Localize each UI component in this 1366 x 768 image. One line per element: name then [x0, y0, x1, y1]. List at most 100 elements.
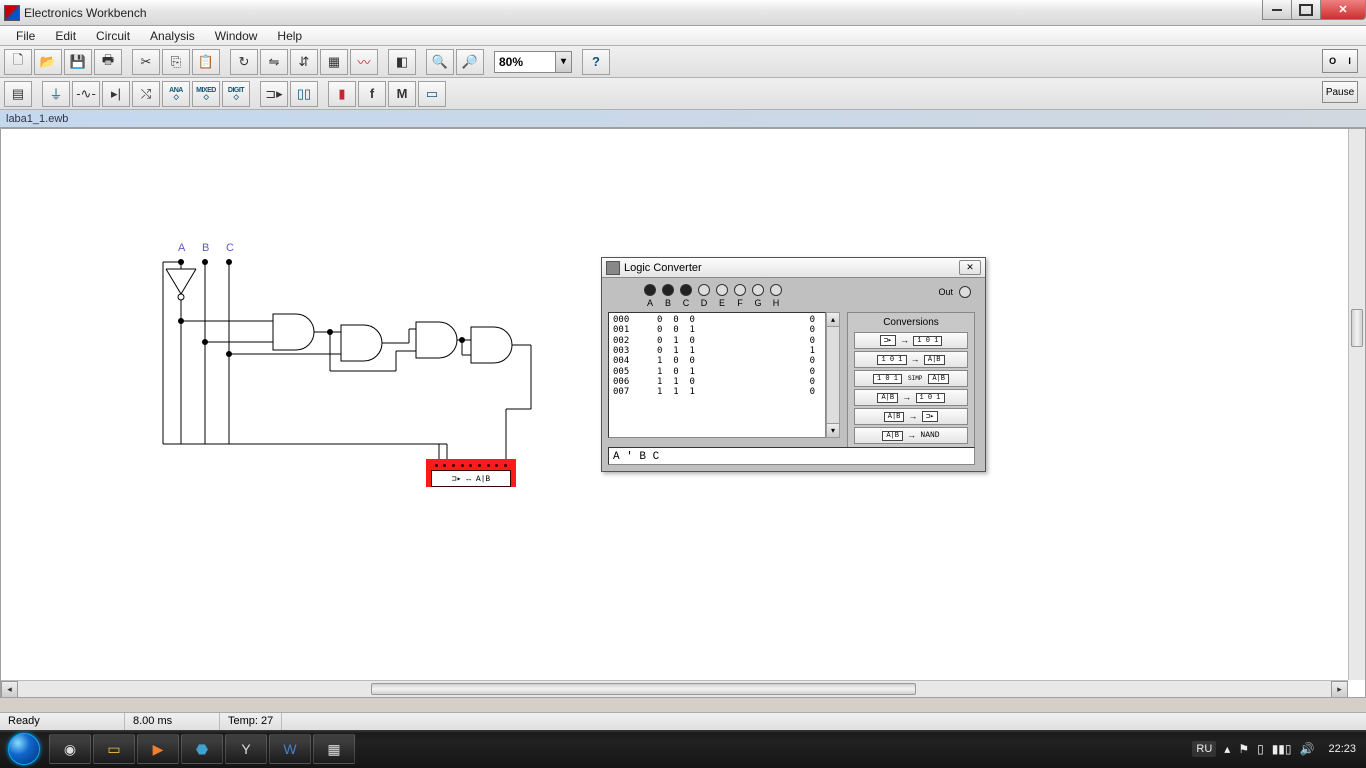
help-button[interactable]: ? [582, 49, 610, 75]
lc-led-g[interactable] [752, 284, 764, 296]
hscroll-thumb[interactable] [371, 683, 916, 695]
hscroll-right-icon[interactable]: ▸ [1331, 681, 1348, 698]
taskbar-item-1[interactable]: ◉ [49, 734, 91, 764]
parts-control-button[interactable]: f [358, 81, 386, 107]
save-button[interactable]: 💾 [64, 49, 92, 75]
lc-conv-table-to-expr[interactable]: 1 0 1→A|B [854, 351, 968, 368]
print-button[interactable]: 🖶 [94, 49, 122, 75]
taskbar-item-4[interactable]: ⬣ [181, 734, 223, 764]
lc-led-e[interactable] [716, 284, 728, 296]
tray-up-icon[interactable]: ▴ [1224, 742, 1230, 756]
toolbar-standard: 🗋 📂 💾 🖶 ✂ ⎘ 📋 ↻ ⇋ ⇵ ▦ 〰 ◧ 🔍 🔎 80% ? OI [0, 46, 1366, 78]
hscroll-left-icon[interactable]: ◂ [1, 681, 18, 698]
parts-transistor-button[interactable]: ⤭ [132, 81, 160, 107]
parts-indicator-button[interactable]: ▮ [328, 81, 356, 107]
power-switch[interactable]: OI [1322, 49, 1358, 73]
workspace[interactable]: A B C [0, 128, 1366, 698]
lc-expression-input[interactable]: A ' B C [608, 447, 975, 465]
flip-h-button[interactable]: ⇋ [260, 49, 288, 75]
lc-table-scrollbar[interactable]: ▴ ▾ [826, 312, 840, 438]
cut-button[interactable]: ✂ [132, 49, 160, 75]
parts-ground-button[interactable]: ⏚ [42, 81, 70, 107]
open-button[interactable]: 📂 [34, 49, 62, 75]
and-gate-2[interactable] [341, 325, 382, 361]
logic-converter-window[interactable]: Logic Converter ✕ A B C D E F G [601, 257, 986, 472]
maximize-button[interactable] [1291, 0, 1321, 20]
parts-flipflop-button[interactable]: ▯▯ [290, 81, 318, 107]
minimize-button[interactable] [1262, 0, 1292, 20]
status-time: 8.00 ms [125, 713, 220, 730]
scroll-down-icon[interactable]: ▾ [827, 423, 839, 437]
menu-help[interactable]: Help [267, 27, 312, 45]
and-gate-3[interactable] [416, 322, 457, 358]
lc-led-a[interactable] [644, 284, 656, 296]
parts-instruments-button[interactable]: ▭ [418, 81, 446, 107]
lc-table-out: 0 0 0 1 0 0 0 0 [810, 315, 815, 435]
lc-led-b[interactable] [662, 284, 674, 296]
menu-edit[interactable]: Edit [45, 27, 86, 45]
parts-misc-button[interactable]: M [388, 81, 416, 107]
menu-file[interactable]: File [6, 27, 45, 45]
lc-truth-table[interactable]: 000 001 002 003 004 005 006 007 0 0 0 0 … [608, 312, 826, 438]
lc-conv-table-to-simp[interactable]: 1 0 1SIMPA|B [854, 370, 968, 387]
lc-led-d[interactable] [698, 284, 710, 296]
parts-sources-button[interactable]: ▤ [4, 81, 32, 107]
lc-conv-expr-to-circuit[interactable]: A|B→⊐▸ [854, 408, 968, 425]
zoom-combo[interactable]: 80% [494, 51, 572, 73]
lc-conv-expr-to-table[interactable]: A|B→1 0 1 [854, 389, 968, 406]
taskbar-item-3[interactable]: ▶ [137, 734, 179, 764]
graph-button[interactable]: 〰 [350, 49, 378, 75]
lc-led-h[interactable] [770, 284, 782, 296]
copy-button[interactable]: ⎘ [162, 49, 190, 75]
horizontal-scrollbar[interactable]: ◂ ▸ [1, 680, 1348, 697]
start-button[interactable] [0, 730, 48, 768]
lc-led-c[interactable] [680, 284, 692, 296]
vertical-scrollbar[interactable] [1348, 129, 1365, 680]
close-button[interactable] [1320, 0, 1366, 20]
new-button[interactable]: 🗋 [4, 49, 32, 75]
tray-network-icon[interactable]: ▮▮▯ [1272, 742, 1292, 756]
document-name: laba1_1.ewb [6, 113, 68, 125]
taskbar[interactable]: ◉ ▭ ▶ ⬣ Y W ▦ RU ▴ ⚑ ▯ ▮▮▯ 🔊 22:23 [0, 730, 1366, 768]
tray-language[interactable]: RU [1192, 741, 1216, 757]
lc-led-f[interactable] [734, 284, 746, 296]
tray-flag-icon[interactable]: ⚑ [1238, 742, 1249, 756]
document-tab[interactable]: laba1_1.ewb [0, 110, 1366, 128]
menu-circuit[interactable]: Circuit [86, 27, 140, 45]
lc-conv-circuit-to-table[interactable]: ⊐▸→1 0 1 [854, 332, 968, 349]
window-titlebar: Electronics Workbench [0, 0, 1366, 26]
zoom-in-button[interactable]: 🔍 [426, 49, 454, 75]
parts-mixed-ic-button[interactable]: MIXED◇ [192, 81, 220, 107]
vscroll-thumb[interactable] [1351, 309, 1363, 347]
rotate-button[interactable]: ↻ [230, 49, 258, 75]
tray-clock[interactable]: 22:23 [1328, 743, 1356, 755]
component-props-button[interactable]: ◧ [388, 49, 416, 75]
paste-button[interactable]: 📋 [192, 49, 220, 75]
lc-close-button[interactable]: ✕ [959, 260, 981, 275]
and-gate-4[interactable] [471, 327, 512, 363]
menu-window[interactable]: Window [205, 27, 268, 45]
taskbar-item-5[interactable]: Y [225, 734, 267, 764]
tray-volume-icon[interactable]: 🔊 [1300, 742, 1315, 756]
parts-analog-ic-button[interactable]: ANA◇ [162, 81, 190, 107]
tray-battery-icon[interactable]: ▯ [1257, 742, 1264, 756]
pause-button[interactable]: Pause [1322, 81, 1358, 103]
flip-v-button[interactable]: ⇵ [290, 49, 318, 75]
taskbar-item-6[interactable]: W [269, 734, 311, 764]
lc-conv-expr-to-nand[interactable]: A|B→NAND [854, 427, 968, 444]
menu-analysis[interactable]: Analysis [140, 27, 205, 45]
zoom-dropdown-icon[interactable] [555, 52, 571, 72]
parts-resistor-button[interactable]: -∿- [72, 81, 100, 107]
taskbar-item-7[interactable]: ▦ [313, 734, 355, 764]
and-gate-1[interactable] [273, 314, 314, 350]
zoom-out-button[interactable]: 🔎 [456, 49, 484, 75]
parts-digital-ic-button[interactable]: DIGIT◇ [222, 81, 250, 107]
logic-converter-instrument[interactable]: ⊐▸ ↔ A|B [426, 459, 516, 487]
parts-diode-button[interactable]: ▸| [102, 81, 130, 107]
lc-titlebar[interactable]: Logic Converter ✕ [602, 258, 985, 278]
lc-table-idx: 000 001 002 003 004 005 006 007 [613, 315, 643, 435]
scroll-up-icon[interactable]: ▴ [827, 313, 839, 327]
taskbar-item-2[interactable]: ▭ [93, 734, 135, 764]
subcircuit-button[interactable]: ▦ [320, 49, 348, 75]
parts-gate-button[interactable]: ⊐▸ [260, 81, 288, 107]
